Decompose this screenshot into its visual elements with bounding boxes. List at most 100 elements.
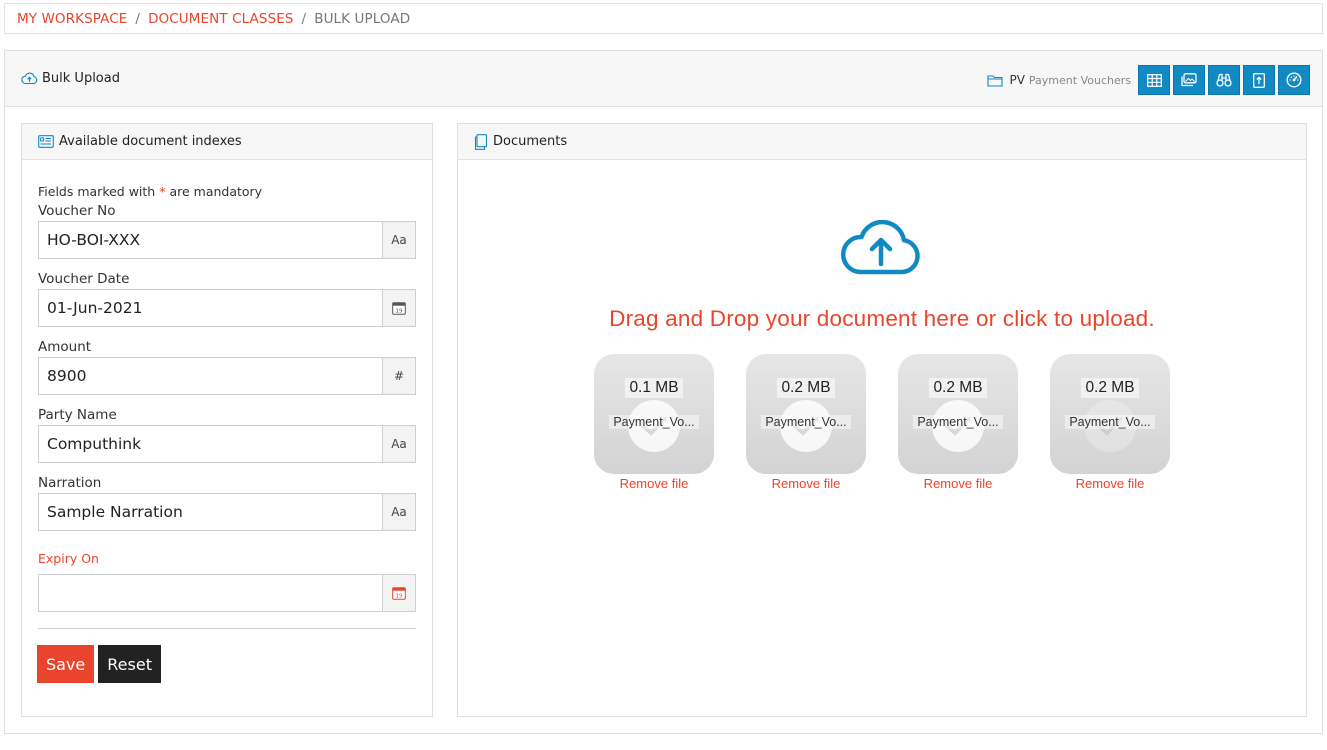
upload-document-button[interactable] [1243, 65, 1275, 95]
file-name-row: Payment_Vo... [1050, 415, 1170, 429]
file-preview: 0.2 MB Payment_Vo... Remove file [1050, 354, 1170, 491]
amount-input[interactable] [39, 358, 382, 394]
expiry-on-group: 19 [38, 574, 416, 612]
table-icon [1146, 73, 1162, 87]
field-party-name: Party Name Aa [38, 407, 416, 463]
expiry-on-label: Expiry On [38, 551, 99, 566]
file-size-row: 0.1 MB [594, 378, 714, 398]
voucher-date-picker-button[interactable]: 19 [382, 290, 415, 326]
voucher-date-input[interactable] [39, 290, 382, 326]
documents-panel: Documents Drag and Drop your document he… [457, 123, 1307, 717]
folder-icon [987, 74, 1004, 87]
indexes-panel-header: Available document indexes [22, 124, 432, 160]
file-size: 0.2 MB [1081, 378, 1139, 398]
field-amount: Amount # [38, 339, 416, 395]
cloud-upload-icon [841, 220, 920, 275]
field-expiry-on: Expiry On 19 [38, 551, 416, 612]
breadcrumb-current: BULK UPLOAD [314, 10, 411, 27]
svg-text:19: 19 [396, 594, 403, 600]
voucher-date-group: 19 [38, 289, 416, 327]
reset-button[interactable]: Reset [98, 645, 161, 683]
party-name-input[interactable] [39, 426, 382, 462]
file-size: 0.2 MB [929, 378, 987, 398]
gallery-view-button[interactable] [1173, 65, 1205, 95]
header-toolbar: PV Payment Vouchers [987, 65, 1310, 95]
mandatory-star: * [159, 184, 166, 199]
file-name: Payment_Vo... [761, 415, 851, 429]
file-thumbnail: 0.2 MB Payment_Vo... [898, 354, 1018, 474]
file-preview: 0.2 MB Payment_Vo... Remove file [898, 354, 1018, 491]
amount-group: # [38, 357, 416, 395]
calendar-icon: 19 [392, 587, 406, 600]
document-class-name: Payment Vouchers [1028, 73, 1131, 87]
field-narration: Narration Aa [38, 475, 416, 531]
document-class-code: PV [1009, 73, 1025, 87]
file-size-row: 0.2 MB [898, 378, 1018, 398]
card-header: Bulk Upload PV Payment Vouchers [5, 51, 1322, 107]
file-name-row: Payment_Vo... [594, 415, 714, 429]
page-title-text: Bulk Upload [42, 71, 120, 86]
narration-group: Aa [38, 493, 416, 531]
file-size-row: 0.2 MB [746, 378, 866, 398]
form-divider [38, 628, 416, 629]
indexes-panel-title: Available document indexes [59, 134, 242, 149]
expiry-on-input[interactable] [39, 575, 382, 611]
table-view-button[interactable] [1138, 65, 1170, 95]
amount-label: Amount [38, 339, 92, 355]
gallery-icon [1181, 73, 1197, 87]
file-size-row: 0.2 MB [1050, 378, 1170, 398]
breadcrumb-link-document-classes[interactable]: DOCUMENT CLASSES [148, 11, 293, 27]
binoculars-icon [1216, 73, 1232, 87]
voucher-no-label: Voucher No [38, 203, 116, 219]
bulk-upload-card: Bulk Upload PV Payment Vouchers Availabl… [4, 50, 1323, 734]
file-name: Payment_Vo... [609, 415, 699, 429]
cloud-upload-icon [21, 72, 38, 85]
document-class-label: PV Payment Vouchers [987, 73, 1131, 87]
remove-file-link[interactable]: Remove file [746, 476, 866, 491]
calendar-icon: 19 [392, 302, 406, 315]
expiry-date-picker-button[interactable]: 19 [382, 575, 415, 611]
text-type-addon: Aa [382, 494, 415, 530]
file-preview: 0.1 MB Payment_Vo... Remove file [594, 354, 714, 491]
file-name: Payment_Vo... [1065, 415, 1155, 429]
mandatory-note: Fields marked with * are mandatory [38, 184, 416, 199]
form-actions: Save Reset [37, 645, 416, 683]
file-preview: 0.2 MB Payment_Vo... Remove file [746, 354, 866, 491]
file-thumbnail: 0.1 MB Payment_Vo... [594, 354, 714, 474]
text-type-addon: Aa [382, 426, 415, 462]
file-thumbnail: 0.2 MB Payment_Vo... [1050, 354, 1170, 474]
mandatory-note-suffix: are mandatory [169, 184, 263, 199]
upload-dropzone[interactable]: Drag and Drop your document here or clic… [458, 160, 1306, 716]
id-card-icon [38, 135, 54, 148]
text-type-addon: Aa [382, 222, 415, 258]
dashboard-button[interactable] [1278, 65, 1310, 95]
breadcrumb-link-my-workspace[interactable]: MY WORKSPACE [17, 11, 127, 27]
search-documents-button[interactable] [1208, 65, 1240, 95]
file-name: Payment_Vo... [913, 415, 1003, 429]
documents-panel-header: Documents [458, 124, 1306, 160]
file-name-row: Payment_Vo... [898, 415, 1018, 429]
number-type-addon: # [382, 358, 415, 394]
svg-text:19: 19 [396, 309, 403, 315]
remove-file-link[interactable]: Remove file [1050, 476, 1170, 491]
party-name-label: Party Name [38, 407, 117, 423]
remove-file-link[interactable]: Remove file [594, 476, 714, 491]
field-voucher-date: Voucher Date 19 [38, 271, 416, 327]
file-name-row: Payment_Vo... [746, 415, 866, 429]
voucher-no-group: Aa [38, 221, 416, 259]
voucher-date-label: Voucher Date [38, 271, 130, 287]
documents-panel-title: Documents [493, 134, 568, 149]
save-button[interactable]: Save [37, 645, 95, 683]
file-size: 0.1 MB [625, 378, 683, 398]
mandatory-note-prefix: Fields marked with [38, 184, 156, 199]
file-previews: 0.1 MB Payment_Vo... Remove file 0.2 MB … [594, 354, 1202, 491]
dropzone-message: Drag and Drop your document here or clic… [609, 306, 1155, 331]
breadcrumb-separator: / [301, 10, 307, 27]
field-voucher-no: Voucher No Aa [38, 203, 416, 259]
narration-label: Narration [38, 475, 102, 491]
voucher-no-input[interactable] [39, 222, 382, 258]
narration-input[interactable] [39, 494, 382, 530]
remove-file-link[interactable]: Remove file [898, 476, 1018, 491]
file-size: 0.2 MB [777, 378, 835, 398]
dashboard-icon [1286, 72, 1302, 88]
